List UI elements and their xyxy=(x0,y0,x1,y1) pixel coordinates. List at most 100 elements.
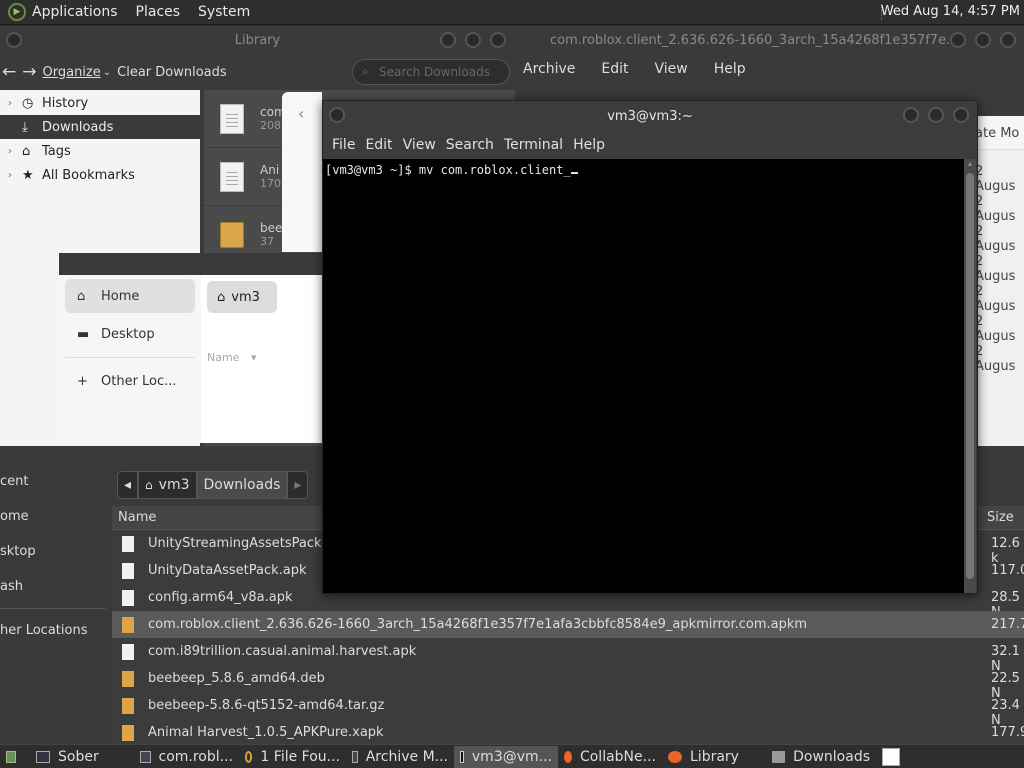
menu-edit[interactable]: Edit xyxy=(364,137,401,153)
terminal-titlebar[interactable]: vm3@vm3:~ xyxy=(323,101,977,131)
expander-icon[interactable]: › xyxy=(0,98,22,109)
date-cell: 2 Augus xyxy=(975,164,1016,194)
task-collabnet[interactable]: CollabNe... xyxy=(558,746,662,768)
table-row[interactable]: beebeep-5.8.6-qt5152-amd64.tar.gz 23.4 N xyxy=(112,692,1024,728)
task-terminal[interactable]: vm3@vm... xyxy=(454,745,558,768)
file-icon xyxy=(122,562,134,579)
file-icon xyxy=(122,535,134,552)
files-window: ⌂ Home ▬ Desktop + Other Loc... ⌂ vm3 Na… xyxy=(59,253,322,443)
clear-downloads-button[interactable]: Clear Downloads xyxy=(117,65,227,80)
firefox-icon xyxy=(668,750,682,763)
sidebar-item-desktop[interactable]: sktop xyxy=(0,534,106,569)
maximize-button[interactable] xyxy=(928,107,944,123)
column-header-size[interactable]: Size xyxy=(987,510,1014,525)
path-back-icon[interactable]: ◂ xyxy=(117,471,139,499)
sidebar-item-other-locations[interactable]: her Locations xyxy=(0,613,106,648)
window-menu-button[interactable] xyxy=(6,32,22,48)
applications-menu[interactable]: Applications xyxy=(32,4,118,20)
terminal-menubar: File Edit View Search Terminal Help xyxy=(323,131,977,159)
sidebar-item-all-bookmarks[interactable]: › ★ All Bookmarks xyxy=(0,163,200,187)
forward-arrow-icon[interactable]: → xyxy=(22,62,36,82)
files-headerbar[interactable] xyxy=(59,253,322,275)
maximize-button[interactable] xyxy=(465,32,481,48)
menu-terminal[interactable]: Terminal xyxy=(503,137,572,153)
sidebar-item-downloads[interactable]: ⤓ Downloads xyxy=(0,115,200,139)
menu-archive[interactable]: Archive xyxy=(523,61,575,77)
terminal-window: vm3@vm3:~ File Edit View Search Terminal… xyxy=(322,100,978,594)
task-sober[interactable]: Sober xyxy=(30,746,134,768)
sidebar-item-trash[interactable]: ash xyxy=(0,569,106,604)
distro-logo-icon[interactable]: ▶ xyxy=(8,3,26,21)
sidebar-item-home[interactable]: ⌂ Home xyxy=(65,279,195,313)
sidebar-item-home[interactable]: ome xyxy=(0,499,106,534)
table-row[interactable]: Animal Harvest_1.0.5_APKPure.xapk177.9 xyxy=(112,719,1024,746)
search-downloads-input[interactable]: ⌕ Search Downloads xyxy=(352,59,510,85)
package-icon xyxy=(122,724,134,741)
folder-icon xyxy=(772,750,786,763)
menu-view[interactable]: View xyxy=(402,137,445,153)
terminal-screen[interactable]: [vm3@vm3 ~]$ mv com.roblox.client_ xyxy=(323,159,965,593)
terminal-scrollbar[interactable]: ▴ xyxy=(964,159,976,593)
archive-menubar: Archive Edit View Help xyxy=(515,54,1024,84)
file-icon xyxy=(122,643,134,660)
package-icon xyxy=(122,697,134,714)
table-row[interactable]: beebeep_5.8.6_amd64.deb 22.5 N xyxy=(112,665,1024,701)
back-arrow-icon[interactable]: ← xyxy=(2,62,16,82)
menu-search[interactable]: Search xyxy=(445,137,503,153)
column-header-date[interactable]: ate Mo xyxy=(975,116,1024,150)
column-header-name[interactable]: Name xyxy=(118,510,156,525)
close-button[interactable] xyxy=(1000,32,1016,48)
path-segment-downloads[interactable]: Downloads xyxy=(196,471,288,499)
plus-icon: + xyxy=(77,373,88,389)
maximize-button[interactable] xyxy=(975,32,991,48)
column-header-name[interactable]: Name ▾ xyxy=(207,351,256,364)
show-desktop-icon[interactable] xyxy=(0,746,30,768)
menu-help[interactable]: Help xyxy=(572,137,614,153)
taskbar: Sober com.robl... 1 File Fou... Archive … xyxy=(0,744,1024,768)
table-row[interactable]: com.i89trillion.casual.animal.harvest.ap… xyxy=(112,638,1024,674)
fm-sidebar: cent ome sktop ash her Locations xyxy=(0,464,106,744)
table-row-selected[interactable]: com.roblox.client_2.636.626-1660_3arch_1… xyxy=(112,611,1024,638)
clock[interactable]: Wed Aug 14, 4:57 PM xyxy=(881,4,1020,19)
home-icon: ⌂ xyxy=(77,288,86,304)
window-menu-button[interactable] xyxy=(329,107,345,123)
path-segment-vm3[interactable]: ⌂ vm3 xyxy=(138,471,197,499)
path-crumb-vm3[interactable]: ⌂ vm3 xyxy=(207,281,277,313)
cursor xyxy=(570,172,578,174)
places-menu[interactable]: Places xyxy=(136,4,181,20)
window-icon xyxy=(36,750,50,763)
task-library[interactable]: Library xyxy=(662,746,766,768)
task-archive-manager[interactable]: Archive M... xyxy=(346,746,454,768)
minimize-button[interactable] xyxy=(440,32,456,48)
sidebar-item-history[interactable]: › ◷ History xyxy=(0,91,200,115)
task-downloads[interactable]: Downloads xyxy=(766,746,876,768)
minimize-button[interactable] xyxy=(950,32,966,48)
task-search[interactable]: 1 File Fou... xyxy=(239,746,346,768)
scroll-up-icon[interactable]: ▴ xyxy=(964,159,976,168)
library-titlebar[interactable]: Library xyxy=(0,26,515,54)
menu-help[interactable]: Help xyxy=(714,61,746,77)
close-button[interactable] xyxy=(953,107,969,123)
package-icon xyxy=(122,670,134,687)
home-icon: ⌂ xyxy=(217,289,226,305)
expander-icon[interactable]: › xyxy=(0,170,22,181)
path-forward-icon[interactable]: ▸ xyxy=(287,471,309,499)
sidebar-item-other-locations[interactable]: + Other Loc... xyxy=(65,364,195,398)
close-button[interactable] xyxy=(490,32,506,48)
sidebar-item-recent[interactable]: cent xyxy=(0,464,106,499)
back-chevron-icon[interactable]: ‹ xyxy=(298,104,304,123)
organize-button[interactable]: Organize xyxy=(43,65,101,80)
workspace-switcher[interactable] xyxy=(876,746,906,768)
system-menu[interactable]: System xyxy=(198,4,250,20)
clock-icon: ◷ xyxy=(22,95,34,111)
minimize-button[interactable] xyxy=(903,107,919,123)
task-archive-window[interactable]: com.robl... xyxy=(134,746,239,768)
scrollbar-thumb[interactable] xyxy=(966,173,974,579)
menu-edit[interactable]: Edit xyxy=(601,61,628,77)
archive-titlebar[interactable]: com.roblox.client_2.636.626-1660_3arch_1… xyxy=(515,26,1024,54)
menu-file[interactable]: File xyxy=(331,137,364,153)
sidebar-item-tags[interactable]: › ⌂ Tags xyxy=(0,139,200,163)
menu-view[interactable]: View xyxy=(655,61,688,77)
expander-icon[interactable]: › xyxy=(0,146,22,157)
sidebar-item-desktop[interactable]: ▬ Desktop xyxy=(65,317,195,351)
